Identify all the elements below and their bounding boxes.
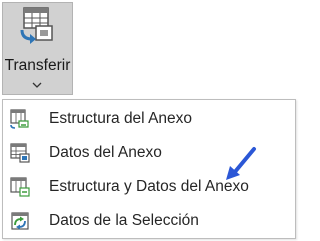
menu-item-estructura-anexo[interactable]: Estructura del Anexo — [3, 102, 295, 136]
transfer-menu: Estructura del Anexo Datos del Anexo Est… — [2, 99, 296, 239]
table-structure-data-icon — [10, 177, 30, 197]
table-data-icon — [10, 143, 30, 163]
menu-item-datos-seleccion[interactable]: Datos de la Selección — [3, 204, 295, 238]
transferir-button[interactable]: Transferir — [2, 2, 73, 95]
menu-item-label: Datos de la Selección — [49, 212, 199, 229]
transferir-label: Transferir — [4, 57, 71, 74]
chevron-down-icon — [32, 82, 42, 88]
menu-item-label: Datos del Anexo — [49, 144, 162, 161]
transfer-dropdown-stage: Transferir Estructura del Anexo Datos de… — [0, 0, 300, 241]
table-structure-icon — [10, 109, 29, 129]
menu-item-label: Estructura y Datos del Anexo — [49, 178, 249, 195]
menu-item-estructura-datos-anexo[interactable]: Estructura y Datos del Anexo — [3, 170, 295, 204]
menu-item-label: Estructura del Anexo — [49, 110, 193, 127]
selection-data-icon — [11, 212, 29, 230]
menu-item-datos-anexo[interactable]: Datos del Anexo — [3, 136, 295, 170]
table-transfer-icon — [20, 7, 53, 44]
